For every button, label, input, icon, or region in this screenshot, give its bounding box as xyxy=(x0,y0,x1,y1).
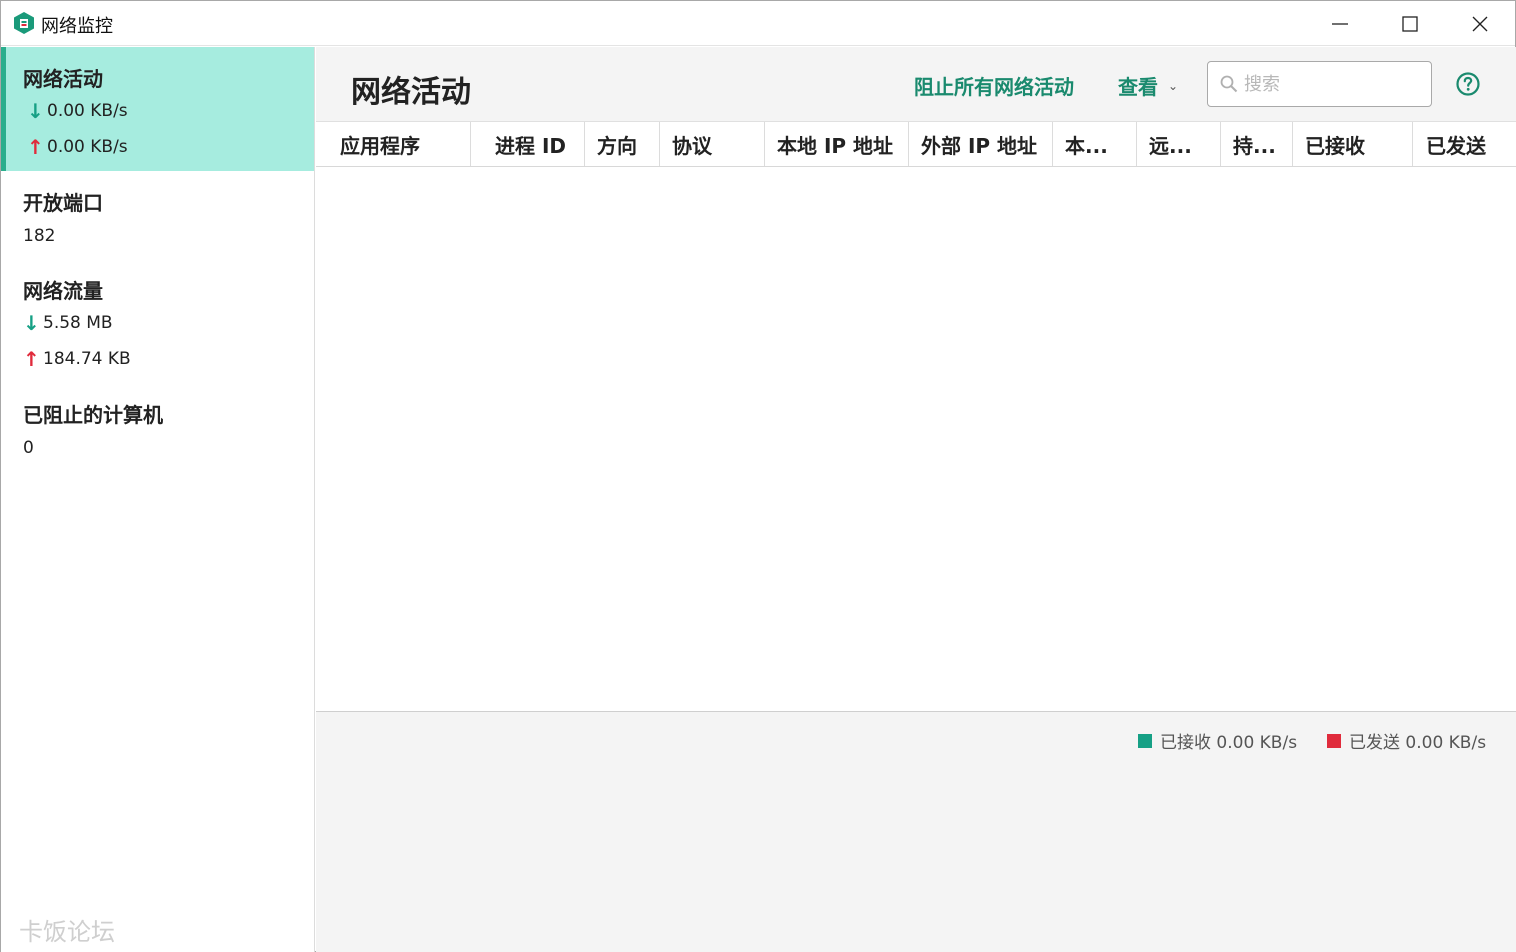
column-header-duration[interactable]: 持... xyxy=(1221,122,1293,166)
column-header-local-ip[interactable]: 本地 IP 地址 xyxy=(765,122,909,166)
main-header: 网络活动 阻止所有网络活动 查看 ⌄ xyxy=(316,47,1516,121)
minimize-icon xyxy=(1332,22,1348,25)
close-icon xyxy=(1472,16,1488,31)
column-header-remote-port[interactable]: 远... xyxy=(1137,122,1221,166)
legend-sent-label: 已发送 0.00 KB/s xyxy=(1349,733,1487,753)
minimize-button[interactable] xyxy=(1305,1,1375,46)
download-rate: ↓ 0.00 KB/s xyxy=(27,101,128,121)
legend-received-label: 已接收 0.00 KB/s xyxy=(1160,733,1298,753)
app-logo-icon xyxy=(14,12,34,34)
received-swatch xyxy=(1138,733,1152,748)
title-bar: 网络监控 xyxy=(1,1,1515,46)
column-header-local-port[interactable]: 本... xyxy=(1053,122,1137,166)
sidebar-item-network-traffic[interactable]: 网络流量 ↓ 5.58 MB ↑ 184.74 KB xyxy=(1,259,314,383)
traffic-graph-area: 已接收 0.00 KB/s 已发送 0.00 KB/s xyxy=(316,711,1516,952)
maximize-icon xyxy=(1402,15,1418,32)
table-header: 应用程序 进程 ID 方向 协议 本地 IP 地址 外部 IP 地址 本... … xyxy=(316,122,1516,167)
column-header-protocol[interactable]: 协议 xyxy=(660,122,765,166)
blocked-computers-count: 0 xyxy=(23,438,34,458)
arrow-down-icon: ↓ xyxy=(27,99,44,123)
connections-table: 应用程序 进程 ID 方向 协议 本地 IP 地址 外部 IP 地址 本... … xyxy=(316,121,1516,711)
upload-rate: ↑ 0.00 KB/s xyxy=(27,137,128,157)
column-header-sent[interactable]: 已发送 xyxy=(1413,122,1516,166)
watermark: 卡饭论坛 xyxy=(19,918,115,946)
search-icon xyxy=(1220,75,1238,93)
view-menu-button[interactable]: 查看 ⌄ xyxy=(1118,71,1178,100)
arrow-up-icon: ↑ xyxy=(27,135,44,159)
sidebar-item-title: 网络流量 xyxy=(23,279,103,303)
sent-swatch xyxy=(1327,733,1341,748)
main-panel: 网络活动 阻止所有网络活动 查看 ⌄ 应用程序 进程 xyxy=(316,47,1516,952)
column-header-received[interactable]: 已接收 xyxy=(1293,122,1413,166)
sidebar-item-blocked-computers[interactable]: 已阻止的计算机 0 xyxy=(1,383,314,471)
sidebar-item-title: 开放端口 xyxy=(23,191,103,215)
close-button[interactable] xyxy=(1445,1,1515,46)
upload-rate-value: 0.00 KB/s xyxy=(47,137,128,157)
download-rate-value: 0.00 KB/s xyxy=(47,101,128,121)
sidebar-item-network-activity[interactable]: 网络活动 ↓ 0.00 KB/s ↑ 0.00 KB/s xyxy=(1,47,314,171)
chevron-down-icon: ⌄ xyxy=(1168,78,1179,93)
sidebar: 网络活动 ↓ 0.00 KB/s ↑ 0.00 KB/s 开放端口 182 网络… xyxy=(1,47,315,952)
sidebar-item-title: 网络活动 xyxy=(23,67,103,91)
column-header-remote-ip[interactable]: 外部 IP 地址 xyxy=(909,122,1053,166)
window-title: 网络监控 xyxy=(41,16,113,37)
search-input[interactable] xyxy=(1244,73,1414,95)
network-monitor-window: 网络监控 网络活动 ↓ 0.00 KB/s ↑ 0.00 KB/s 开放端口 1… xyxy=(0,0,1516,952)
help-icon[interactable] xyxy=(1456,72,1480,96)
column-header-process-id[interactable]: 进程 ID xyxy=(471,122,585,166)
search-box[interactable] xyxy=(1207,61,1432,107)
sidebar-item-title: 已阻止的计算机 xyxy=(23,403,163,427)
legend-received: 已接收 0.00 KB/s xyxy=(1138,728,1297,753)
maximize-button[interactable] xyxy=(1375,1,1445,46)
legend-sent: 已发送 0.00 KB/s xyxy=(1327,728,1486,753)
column-header-application[interactable]: 应用程序 xyxy=(316,122,471,166)
block-all-network-activity-button[interactable]: 阻止所有网络活动 xyxy=(914,71,1074,100)
open-ports-count: 182 xyxy=(23,226,56,246)
arrow-up-icon: ↑ xyxy=(23,347,40,371)
arrow-down-icon: ↓ xyxy=(23,311,40,335)
column-header-direction[interactable]: 方向 xyxy=(585,122,660,166)
page-title: 网络活动 xyxy=(351,75,471,110)
download-total-value: 5.58 MB xyxy=(43,313,113,333)
download-total: ↓ 5.58 MB xyxy=(23,313,113,333)
upload-total: ↑ 184.74 KB xyxy=(23,349,131,369)
sidebar-item-open-ports[interactable]: 开放端口 182 xyxy=(1,171,314,259)
upload-total-value: 184.74 KB xyxy=(43,349,131,369)
view-menu-label: 查看 xyxy=(1118,75,1158,99)
